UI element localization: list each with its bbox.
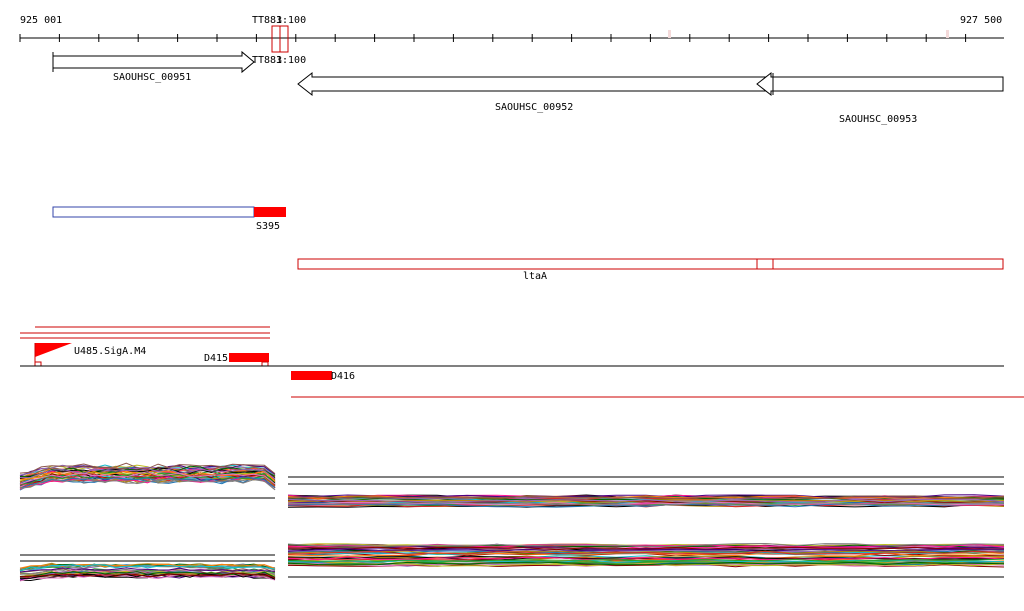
terminator-label-top-suffix: 1:100 xyxy=(276,15,306,26)
expression-profile-right-lower xyxy=(287,542,1005,568)
expression-profile-right-upper xyxy=(287,494,1005,508)
gene-track: SAOUHSC_00951 SAOUHSC_00952 SAOUHSC_0095… xyxy=(52,50,1004,125)
gene-arrow-saouhsc-00952[interactable] xyxy=(297,71,772,97)
terminator-label-bottom-suffix: 1:100 xyxy=(276,55,306,66)
promoter-motif-label: U485.SigA.M4 xyxy=(74,346,146,357)
gene-arrow-saouhsc-00953[interactable] xyxy=(756,71,1004,97)
gene-label-saouhsc-00953: SAOUHSC_00953 xyxy=(839,114,917,125)
genome-track-canvas: 925 001 927 500 TT883 1:100 TT883 1:100 … xyxy=(19,15,1024,582)
expression-track xyxy=(19,462,1005,582)
d415-block[interactable] xyxy=(229,353,269,362)
transcript-s395-block[interactable] xyxy=(254,207,286,217)
ruler-start-label: 925 001 xyxy=(20,15,62,26)
d415-label: D415 xyxy=(204,353,228,364)
genome-browser-view: 925 001 927 500 TT883 1:100 TT883 1:100 … xyxy=(0,0,1024,611)
promoter-triangle[interactable] xyxy=(35,343,72,357)
promoter-track: U485.SigA.M4 D415 D416 xyxy=(20,326,1024,398)
gene-label-saouhsc-00952: SAOUHSC_00952 xyxy=(495,102,573,113)
ruler-highlight-1 xyxy=(668,30,671,38)
d416-label: D416 xyxy=(331,371,355,382)
gene-label-saouhsc-00951: SAOUHSC_00951 xyxy=(113,72,191,83)
transcript-track: S395 ltaA xyxy=(52,206,1004,282)
expression-profile-left-lower xyxy=(19,562,276,582)
transcript-ltaa-label: ltaA xyxy=(523,271,547,282)
d416-block[interactable] xyxy=(291,371,332,380)
transcript-bar-blue[interactable] xyxy=(52,206,255,218)
expression-profile-left-upper xyxy=(19,462,276,491)
transcript-ltaa-bar[interactable] xyxy=(297,258,1004,270)
ruler-end-label: 927 500 xyxy=(960,15,1002,26)
transcript-s395-label: S395 xyxy=(256,221,280,232)
gene-arrow-saouhsc-00951[interactable] xyxy=(52,50,255,74)
ruler-highlight-2 xyxy=(946,30,949,38)
